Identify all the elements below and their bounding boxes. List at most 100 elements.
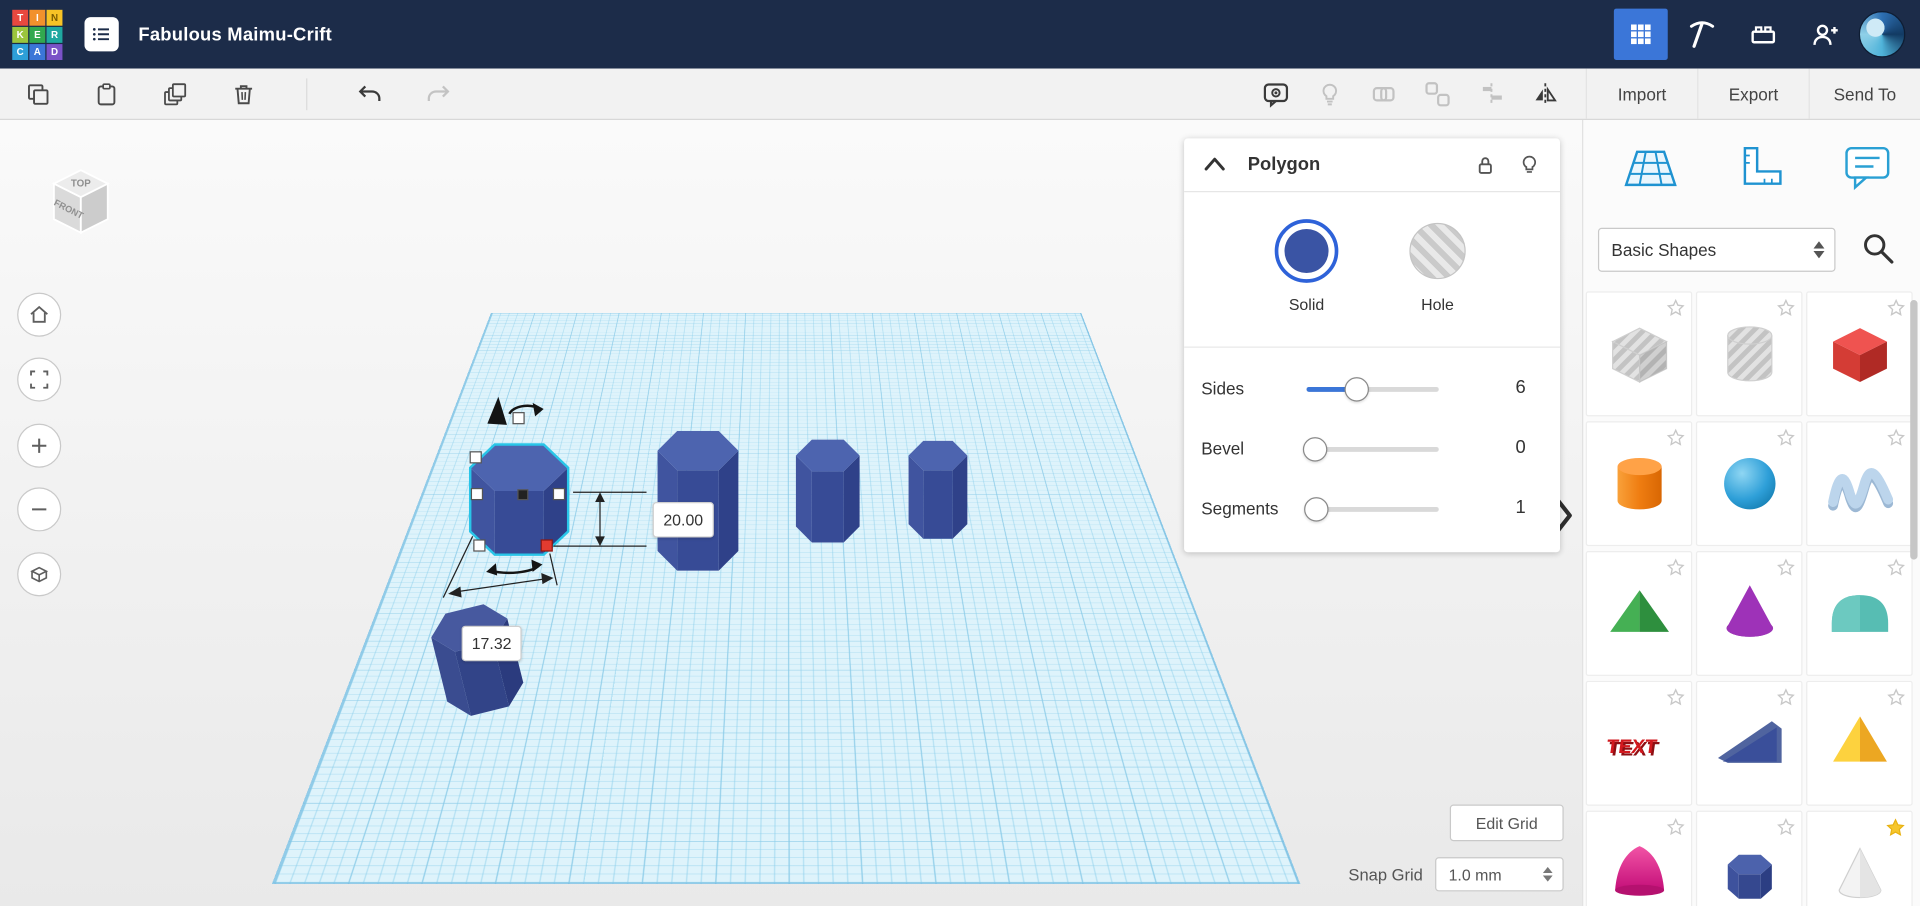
favorite-star-icon[interactable] — [1667, 818, 1685, 836]
ruler-tool-icon[interactable] — [1736, 143, 1785, 192]
logo-letter: N — [47, 9, 63, 25]
lock-icon[interactable] — [1473, 152, 1497, 179]
fit-view-button[interactable] — [17, 358, 61, 402]
polygon-shape[interactable] — [796, 440, 860, 543]
design-menu-button[interactable] — [84, 17, 118, 51]
dimension-value-box[interactable]: 17.32 — [462, 626, 522, 662]
design-title[interactable]: Fabulous Maimu-Crift — [138, 24, 332, 45]
align-button[interactable] — [1473, 75, 1510, 112]
active-corner-handle[interactable] — [541, 540, 552, 551]
shape-tile-hole-box[interactable] — [1586, 291, 1693, 416]
dim-arrow-left — [448, 587, 461, 598]
height-handle[interactable] — [513, 413, 524, 424]
avatar[interactable] — [1859, 11, 1906, 58]
shape-tile-roof[interactable] — [1586, 551, 1693, 676]
snap-grid-select[interactable]: 1.0 mm — [1435, 857, 1564, 891]
ungroup-button[interactable] — [1419, 75, 1456, 112]
undo-button[interactable] — [351, 75, 388, 112]
shape-tile-scribble[interactable] — [1806, 421, 1913, 546]
favorite-star-icon[interactable] — [1667, 299, 1685, 317]
minecraft-export-button[interactable] — [1675, 9, 1729, 60]
polygon-shape[interactable] — [909, 441, 968, 539]
shape-tile-box[interactable] — [1806, 291, 1913, 416]
bevel-label: Bevel — [1201, 438, 1244, 458]
view-cube[interactable]: TOP FRONT — [42, 162, 120, 243]
align-icon — [1477, 79, 1506, 108]
dimension-value-box[interactable]: 20.00 — [653, 502, 714, 538]
favorite-star-icon[interactable] — [1777, 818, 1795, 836]
polygon-shape[interactable] — [658, 431, 739, 571]
slider-knob[interactable] — [1344, 377, 1368, 401]
hole-option[interactable] — [1409, 223, 1465, 279]
shape-tile-pyramid[interactable] — [1806, 681, 1913, 806]
zoom-out-button[interactable] — [17, 487, 61, 531]
bevel-slider[interactable] — [1307, 447, 1439, 452]
favorite-star-icon[interactable] — [1777, 429, 1795, 447]
visibility-bulb-icon[interactable] — [1517, 152, 1541, 179]
collapse-chevron-icon[interactable] — [1204, 157, 1226, 172]
favorite-star-icon[interactable] — [1667, 429, 1685, 447]
slider-knob[interactable] — [1304, 497, 1328, 521]
favorite-star-icon[interactable] — [1777, 688, 1795, 706]
export-button[interactable]: Export — [1697, 69, 1808, 119]
notes-tool-icon[interactable] — [1843, 144, 1892, 191]
send-to-button[interactable]: Send To — [1809, 69, 1920, 119]
favorite-star-icon[interactable] — [1887, 558, 1905, 576]
shape-tile-paraboloid[interactable] — [1586, 811, 1693, 906]
favorite-star-icon[interactable] — [1887, 299, 1905, 317]
favorite-star-icon[interactable] — [1777, 299, 1795, 317]
edit-grid-button[interactable]: Edit Grid — [1450, 804, 1564, 841]
shape-tile-cylinder[interactable] — [1586, 421, 1693, 546]
shape-tile-round-roof[interactable] — [1806, 551, 1913, 676]
panel-scrollbar[interactable] — [1910, 300, 1917, 560]
shape-tile-pointed-cone[interactable] — [1806, 811, 1913, 906]
perspective-toggle-button[interactable] — [17, 552, 61, 596]
favorite-star-icon-active[interactable] — [1886, 818, 1906, 838]
zoom-in-button[interactable] — [17, 424, 61, 468]
redo-button[interactable] — [420, 75, 457, 112]
mirror-button[interactable] — [1527, 75, 1564, 112]
segments-slider[interactable] — [1307, 507, 1439, 512]
import-button[interactable]: Import — [1586, 69, 1697, 119]
search-icon[interactable] — [1860, 230, 1897, 267]
sides-slider[interactable] — [1307, 387, 1439, 392]
redo-icon — [425, 80, 452, 107]
midpoint-handle[interactable] — [518, 490, 528, 500]
light-toggle-button[interactable] — [1311, 75, 1348, 112]
show-all-button[interactable] — [1258, 75, 1295, 112]
shape-tile-wedge[interactable] — [1696, 681, 1803, 806]
copy-button[interactable] — [20, 75, 57, 112]
logo-letter: K — [12, 26, 28, 42]
share-button[interactable] — [1798, 9, 1852, 60]
inspector-title: Polygon — [1248, 154, 1320, 175]
shape-tile-cone[interactable] — [1696, 551, 1803, 676]
paste-button[interactable] — [88, 75, 125, 112]
favorite-star-icon[interactable] — [1777, 558, 1795, 576]
blocks-view-button[interactable] — [1614, 9, 1668, 60]
favorite-star-icon[interactable] — [1887, 429, 1905, 447]
logo-letter: D — [47, 43, 63, 59]
favorite-star-icon[interactable] — [1667, 688, 1685, 706]
segments-value[interactable]: 1 — [1489, 497, 1526, 518]
brick-export-button[interactable] — [1736, 9, 1790, 60]
favorite-star-icon[interactable] — [1667, 558, 1685, 576]
sides-value[interactable]: 6 — [1489, 377, 1526, 398]
hole-box-icon — [1600, 315, 1678, 393]
bevel-value[interactable]: 0 — [1489, 437, 1526, 458]
rotate-handle-front[interactable] — [486, 560, 542, 576]
workplane-tool-icon[interactable] — [1622, 143, 1678, 192]
hole-label: Hole — [1389, 295, 1487, 313]
shape-tile-polygon[interactable] — [1696, 811, 1803, 906]
home-view-button[interactable] — [17, 293, 61, 337]
shape-tile-sphere[interactable] — [1696, 421, 1803, 546]
shape-category-select[interactable]: Basic Shapes — [1598, 228, 1836, 272]
delete-button[interactable] — [225, 75, 262, 112]
duplicate-button[interactable] — [157, 75, 194, 112]
tinkercad-logo[interactable]: T I N K E R C A D — [12, 9, 62, 59]
group-button[interactable] — [1365, 75, 1402, 112]
favorite-star-icon[interactable] — [1887, 688, 1905, 706]
shape-tile-text[interactable]: TEXT TEXT — [1586, 681, 1693, 806]
solid-option[interactable] — [1275, 219, 1339, 283]
shape-tile-hole-cylinder[interactable] — [1696, 291, 1803, 416]
slider-knob[interactable] — [1303, 437, 1327, 461]
